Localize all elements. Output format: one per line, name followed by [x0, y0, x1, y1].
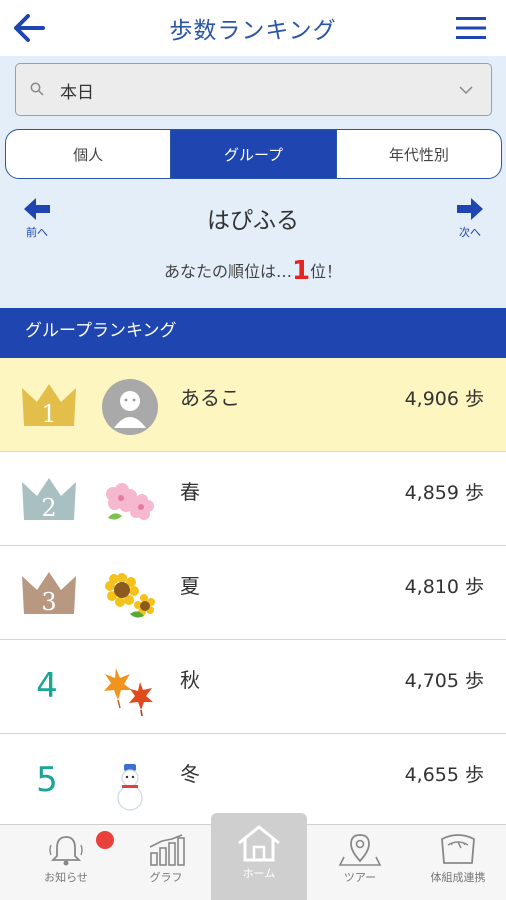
home-icon — [238, 825, 280, 862]
rank-suffix: 位！ — [310, 262, 343, 281]
nav-label: グラフ — [149, 871, 183, 884]
step-count: 4,655 歩 — [404, 764, 484, 786]
nav-tour[interactable]: ツアー — [312, 825, 408, 900]
nav-body-composition[interactable]: 体組成連携 — [410, 825, 506, 900]
step-count: 4,810 歩 — [404, 576, 484, 598]
hamburger-menu-icon[interactable] — [456, 16, 486, 40]
section-title: グループランキング — [0, 308, 506, 358]
user-name: 冬 — [180, 762, 200, 786]
bar-chart-icon — [149, 834, 185, 866]
rank-number: 4 — [36, 666, 58, 706]
nav-label: お知らせ — [44, 871, 88, 884]
page-title: 歩数ランキング — [169, 18, 337, 44]
tab-group[interactable]: グループ — [171, 130, 337, 178]
ranking-row[interactable]: 2 春 4,859 歩 — [0, 452, 506, 546]
bell-icon — [49, 836, 83, 866]
rank-number: 5 — [36, 760, 58, 800]
step-count: 4,906 歩 — [404, 388, 484, 410]
bottom-navigation: お知らせ グラフ ホーム ツアー 体組成連携 — [0, 813, 506, 900]
app-root: 歩数ランキング 本日 個人 グループ 年代性別 前へ はぴふる 次へ あなたの順… — [0, 0, 506, 900]
nav-home[interactable]: ホーム — [211, 813, 307, 900]
ranking-row[interactable]: 3 夏 4,810 歩 — [0, 546, 506, 640]
nav-label: ツアー — [343, 871, 377, 884]
cherry-blossom-icon — [106, 483, 154, 520]
step-count: 4,705 歩 — [404, 670, 484, 692]
user-name: 夏 — [180, 574, 200, 598]
rank-prefix: あなたの順位は… — [163, 262, 292, 281]
arrow-left-icon[interactable] — [12, 12, 46, 44]
ranking-row[interactable]: 4 秋 4,705 歩 — [0, 640, 506, 734]
tab-individual[interactable]: 個人 — [6, 130, 172, 178]
nav-label: 体組成連携 — [430, 871, 486, 884]
nav-graph[interactable]: グラフ — [118, 825, 214, 900]
chevron-down-icon — [459, 86, 473, 95]
step-count: 4,859 歩 — [404, 482, 484, 504]
user-name: 春 — [180, 480, 200, 504]
period-select[interactable]: 本日 — [15, 63, 492, 116]
ranking-row[interactable]: 1 あるこ 4,906 歩 — [0, 358, 506, 452]
rank-number: 1 — [41, 400, 56, 428]
arrow-right-icon — [457, 198, 483, 220]
your-rank-message: あなたの順位は…1位！ — [0, 256, 506, 286]
tab-age-gender[interactable]: 年代性別 — [337, 130, 501, 178]
notification-badge — [96, 831, 114, 849]
search-icon — [30, 82, 44, 96]
header: 歩数ランキング — [0, 0, 506, 56]
nav-notifications[interactable]: お知らせ — [18, 825, 114, 900]
map-pin-icon — [338, 834, 382, 866]
silver-crown-icon: 2 — [22, 478, 76, 522]
group-name: はぴふる — [207, 208, 299, 234]
user-name: 秋 — [180, 668, 200, 692]
period-select-value: 本日 — [60, 83, 94, 103]
rank-number: 2 — [41, 494, 56, 522]
user-name: あるこ — [180, 386, 240, 410]
sunflower-icon — [105, 573, 155, 618]
nav-label: ホーム — [242, 867, 276, 880]
ranking-type-tabs: 個人 グループ 年代性別 — [5, 129, 502, 179]
rank-number: 3 — [41, 588, 56, 616]
snowman-icon — [117, 764, 143, 811]
gold-crown-icon: 1 — [22, 384, 76, 428]
bronze-crown-icon: 3 — [22, 572, 76, 616]
rank-number: 1 — [291, 256, 311, 286]
default-person-avatar — [102, 379, 158, 435]
autumn-leaves-icon — [104, 668, 153, 717]
next-label: 次へ — [459, 226, 481, 239]
scale-icon — [441, 834, 475, 864]
ranking-controls-panel: 本日 個人 グループ 年代性別 前へ はぴふる 次へ あなたの順位は…1位！ — [0, 56, 506, 308]
next-group-button[interactable]: 次へ — [450, 198, 490, 240]
